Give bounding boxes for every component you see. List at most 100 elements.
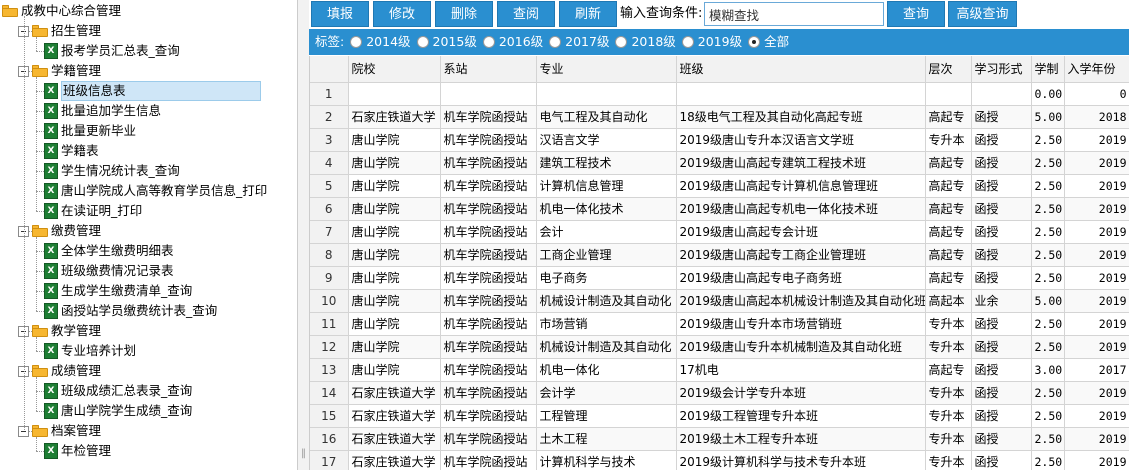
radio-circle-icon[interactable] — [482, 36, 495, 48]
table-cell[interactable]: 函授 — [971, 243, 1032, 267]
table-cell[interactable]: 11 — [310, 312, 349, 336]
grade-radio[interactable]: 2017级 — [549, 29, 609, 55]
table-cell[interactable]: 2019级唐山专升本市场营销班 — [676, 312, 926, 336]
table-cell[interactable]: 石家庄铁道大学 — [348, 450, 441, 470]
table-cell[interactable]: 8 — [310, 243, 349, 267]
table-cell[interactable]: 高起专 — [925, 151, 972, 175]
table-cell[interactable]: 专升本 — [925, 128, 972, 152]
table-cell[interactable]: 唐山学院 — [348, 220, 441, 244]
splitter-handle[interactable]: ‖ — [297, 0, 309, 470]
table-cell[interactable]: 9 — [310, 266, 349, 290]
table-cell[interactable]: 1 — [310, 82, 349, 106]
column-header[interactable] — [310, 56, 349, 83]
table-cell[interactable]: 2019 — [1064, 427, 1129, 451]
column-header[interactable]: 层次 — [925, 56, 972, 83]
grade-radio[interactable]: 2016级 — [482, 29, 543, 55]
table-cell[interactable]: 2017 — [1064, 358, 1129, 382]
table-cell[interactable]: 汉语言文学 — [536, 128, 677, 152]
table-cell[interactable]: 工商企业管理 — [536, 243, 677, 267]
table-cell[interactable]: 建筑工程技术 — [536, 151, 677, 175]
table-cell[interactable]: 机车学院函授站 — [440, 105, 537, 129]
table-cell[interactable]: 机械设计制造及其自动化 — [536, 289, 677, 313]
table-cell[interactable]: 2019级唐山专升本机械制造及其自动化班 — [676, 335, 926, 359]
table-cell[interactable]: 2.50 — [1031, 243, 1065, 267]
table-cell[interactable]: 2019 — [1064, 266, 1129, 290]
table-cell[interactable]: 会计 — [536, 220, 677, 244]
table-cell[interactable]: 函授 — [971, 105, 1032, 129]
table-cell[interactable]: 2019 — [1064, 220, 1129, 244]
table-cell[interactable]: 专升本 — [925, 404, 972, 428]
table-cell[interactable]: 唐山学院 — [348, 243, 441, 267]
table-cell[interactable]: 5.00 — [1031, 289, 1065, 313]
radio-circle-icon[interactable] — [748, 36, 761, 48]
table-cell[interactable]: 函授 — [971, 128, 1032, 152]
table-cell[interactable] — [440, 82, 537, 106]
table-cell[interactable]: 工程管理 — [536, 404, 677, 428]
table-cell[interactable]: 机车学院函授站 — [440, 404, 537, 428]
tree-group[interactable]: 缴费管理 — [18, 221, 101, 241]
table-cell[interactable]: 5.00 — [1031, 105, 1065, 129]
table-cell[interactable]: 2.50 — [1031, 427, 1065, 451]
table-cell[interactable]: 专升本 — [925, 381, 972, 405]
table-cell[interactable]: 13 — [310, 358, 349, 382]
radio-circle-icon[interactable] — [350, 36, 363, 48]
table-cell[interactable]: 2019级唐山高起专电子商务班 — [676, 266, 926, 290]
grade-radio[interactable]: 2018级 — [615, 29, 676, 55]
table-cell[interactable]: 函授 — [971, 312, 1032, 336]
table-cell[interactable]: 唐山学院 — [348, 358, 441, 382]
table-cell[interactable]: 函授 — [971, 174, 1032, 198]
table-cell[interactable]: 机车学院函授站 — [440, 220, 537, 244]
table-cell[interactable]: 专升本 — [925, 312, 972, 336]
tree-item[interactable]: X 专业培养计划 — [44, 341, 136, 361]
table-cell[interactable]: 高起专 — [925, 105, 972, 129]
tree-item[interactable]: X 班级缴费情况记录表 — [44, 261, 174, 281]
table-cell[interactable]: 10 — [310, 289, 349, 313]
table-cell[interactable] — [925, 82, 972, 106]
table-cell[interactable]: 2019级会计学专升本班 — [676, 381, 926, 405]
grade-radio[interactable]: 2019级 — [681, 29, 742, 55]
refresh-button[interactable]: 刷新 — [559, 1, 617, 27]
table-cell[interactable]: 2.50 — [1031, 174, 1065, 198]
table-cell[interactable]: 电子商务 — [536, 266, 677, 290]
table-cell[interactable] — [971, 82, 1032, 106]
column-header[interactable]: 班级 — [676, 56, 926, 83]
tree-item[interactable]: X 年检管理 — [44, 441, 111, 461]
table-cell[interactable]: 14 — [310, 381, 349, 405]
radio-circle-icon[interactable] — [416, 36, 429, 48]
table-row[interactable]: 8 唐山学院 机车学院函授站 工商企业管理 2019级唐山高起专工商企业管理班 高起专 函授… — [310, 243, 1129, 267]
table-cell[interactable]: 机车学院函授站 — [440, 128, 537, 152]
table-cell[interactable]: 函授 — [971, 358, 1032, 382]
table-cell[interactable]: 函授 — [971, 220, 1032, 244]
tree-item[interactable]: X 批量追加学生信息 — [44, 101, 161, 121]
table-cell[interactable]: 2019级唐山高起专计算机信息管理班 — [676, 174, 926, 198]
table-cell[interactable]: 2.50 — [1031, 335, 1065, 359]
radio-circle-icon[interactable] — [681, 36, 694, 48]
table-cell[interactable]: 石家庄铁道大学 — [348, 381, 441, 405]
tree-item[interactable]: X 唐山学院成人高等教育学员信息_打印 — [44, 181, 267, 201]
table-cell[interactable]: 机车学院函授站 — [440, 243, 537, 267]
table-cell[interactable]: 高起专 — [925, 266, 972, 290]
table-row[interactable]: 16 石家庄铁道大学 机车学院函授站 土木工程 2019级土木工程专升本班 专升本 函授 2.… — [310, 427, 1129, 451]
tree-group[interactable]: 学籍管理 — [18, 61, 101, 81]
table-cell[interactable]: 2 — [310, 105, 349, 129]
table-cell[interactable]: 高起专 — [925, 220, 972, 244]
table-cell[interactable]: 市场营销 — [536, 312, 677, 336]
column-header[interactable]: 院校 — [348, 56, 441, 83]
table-cell[interactable]: 2019 — [1064, 289, 1129, 313]
advanced-query-button[interactable]: 高级查询 — [948, 1, 1017, 27]
table-cell[interactable]: 2.50 — [1031, 266, 1065, 290]
table-cell[interactable]: 业余 — [971, 289, 1032, 313]
query-button[interactable]: 查询 — [887, 1, 945, 27]
table-cell[interactable]: 2019 — [1064, 381, 1129, 405]
table-cell[interactable]: 唐山学院 — [348, 128, 441, 152]
table-row[interactable]: 14 石家庄铁道大学 机车学院函授站 会计学 2019级会计学专升本班 专升本 函授 2.50… — [310, 381, 1129, 405]
table-row[interactable]: 5 唐山学院 机车学院函授站 计算机信息管理 2019级唐山高起专计算机信息管理班 高起专… — [310, 174, 1129, 198]
table-cell[interactable]: 3.00 — [1031, 358, 1065, 382]
table-cell[interactable]: 高起专 — [925, 243, 972, 267]
table-cell[interactable]: 0 — [1064, 82, 1129, 106]
table-cell[interactable]: 2.50 — [1031, 450, 1065, 470]
table-cell[interactable]: 高起专 — [925, 358, 972, 382]
table-cell[interactable]: 2019 — [1064, 312, 1129, 336]
table-cell[interactable]: 唐山学院 — [348, 197, 441, 221]
table-cell[interactable]: 0.00 — [1031, 82, 1065, 106]
